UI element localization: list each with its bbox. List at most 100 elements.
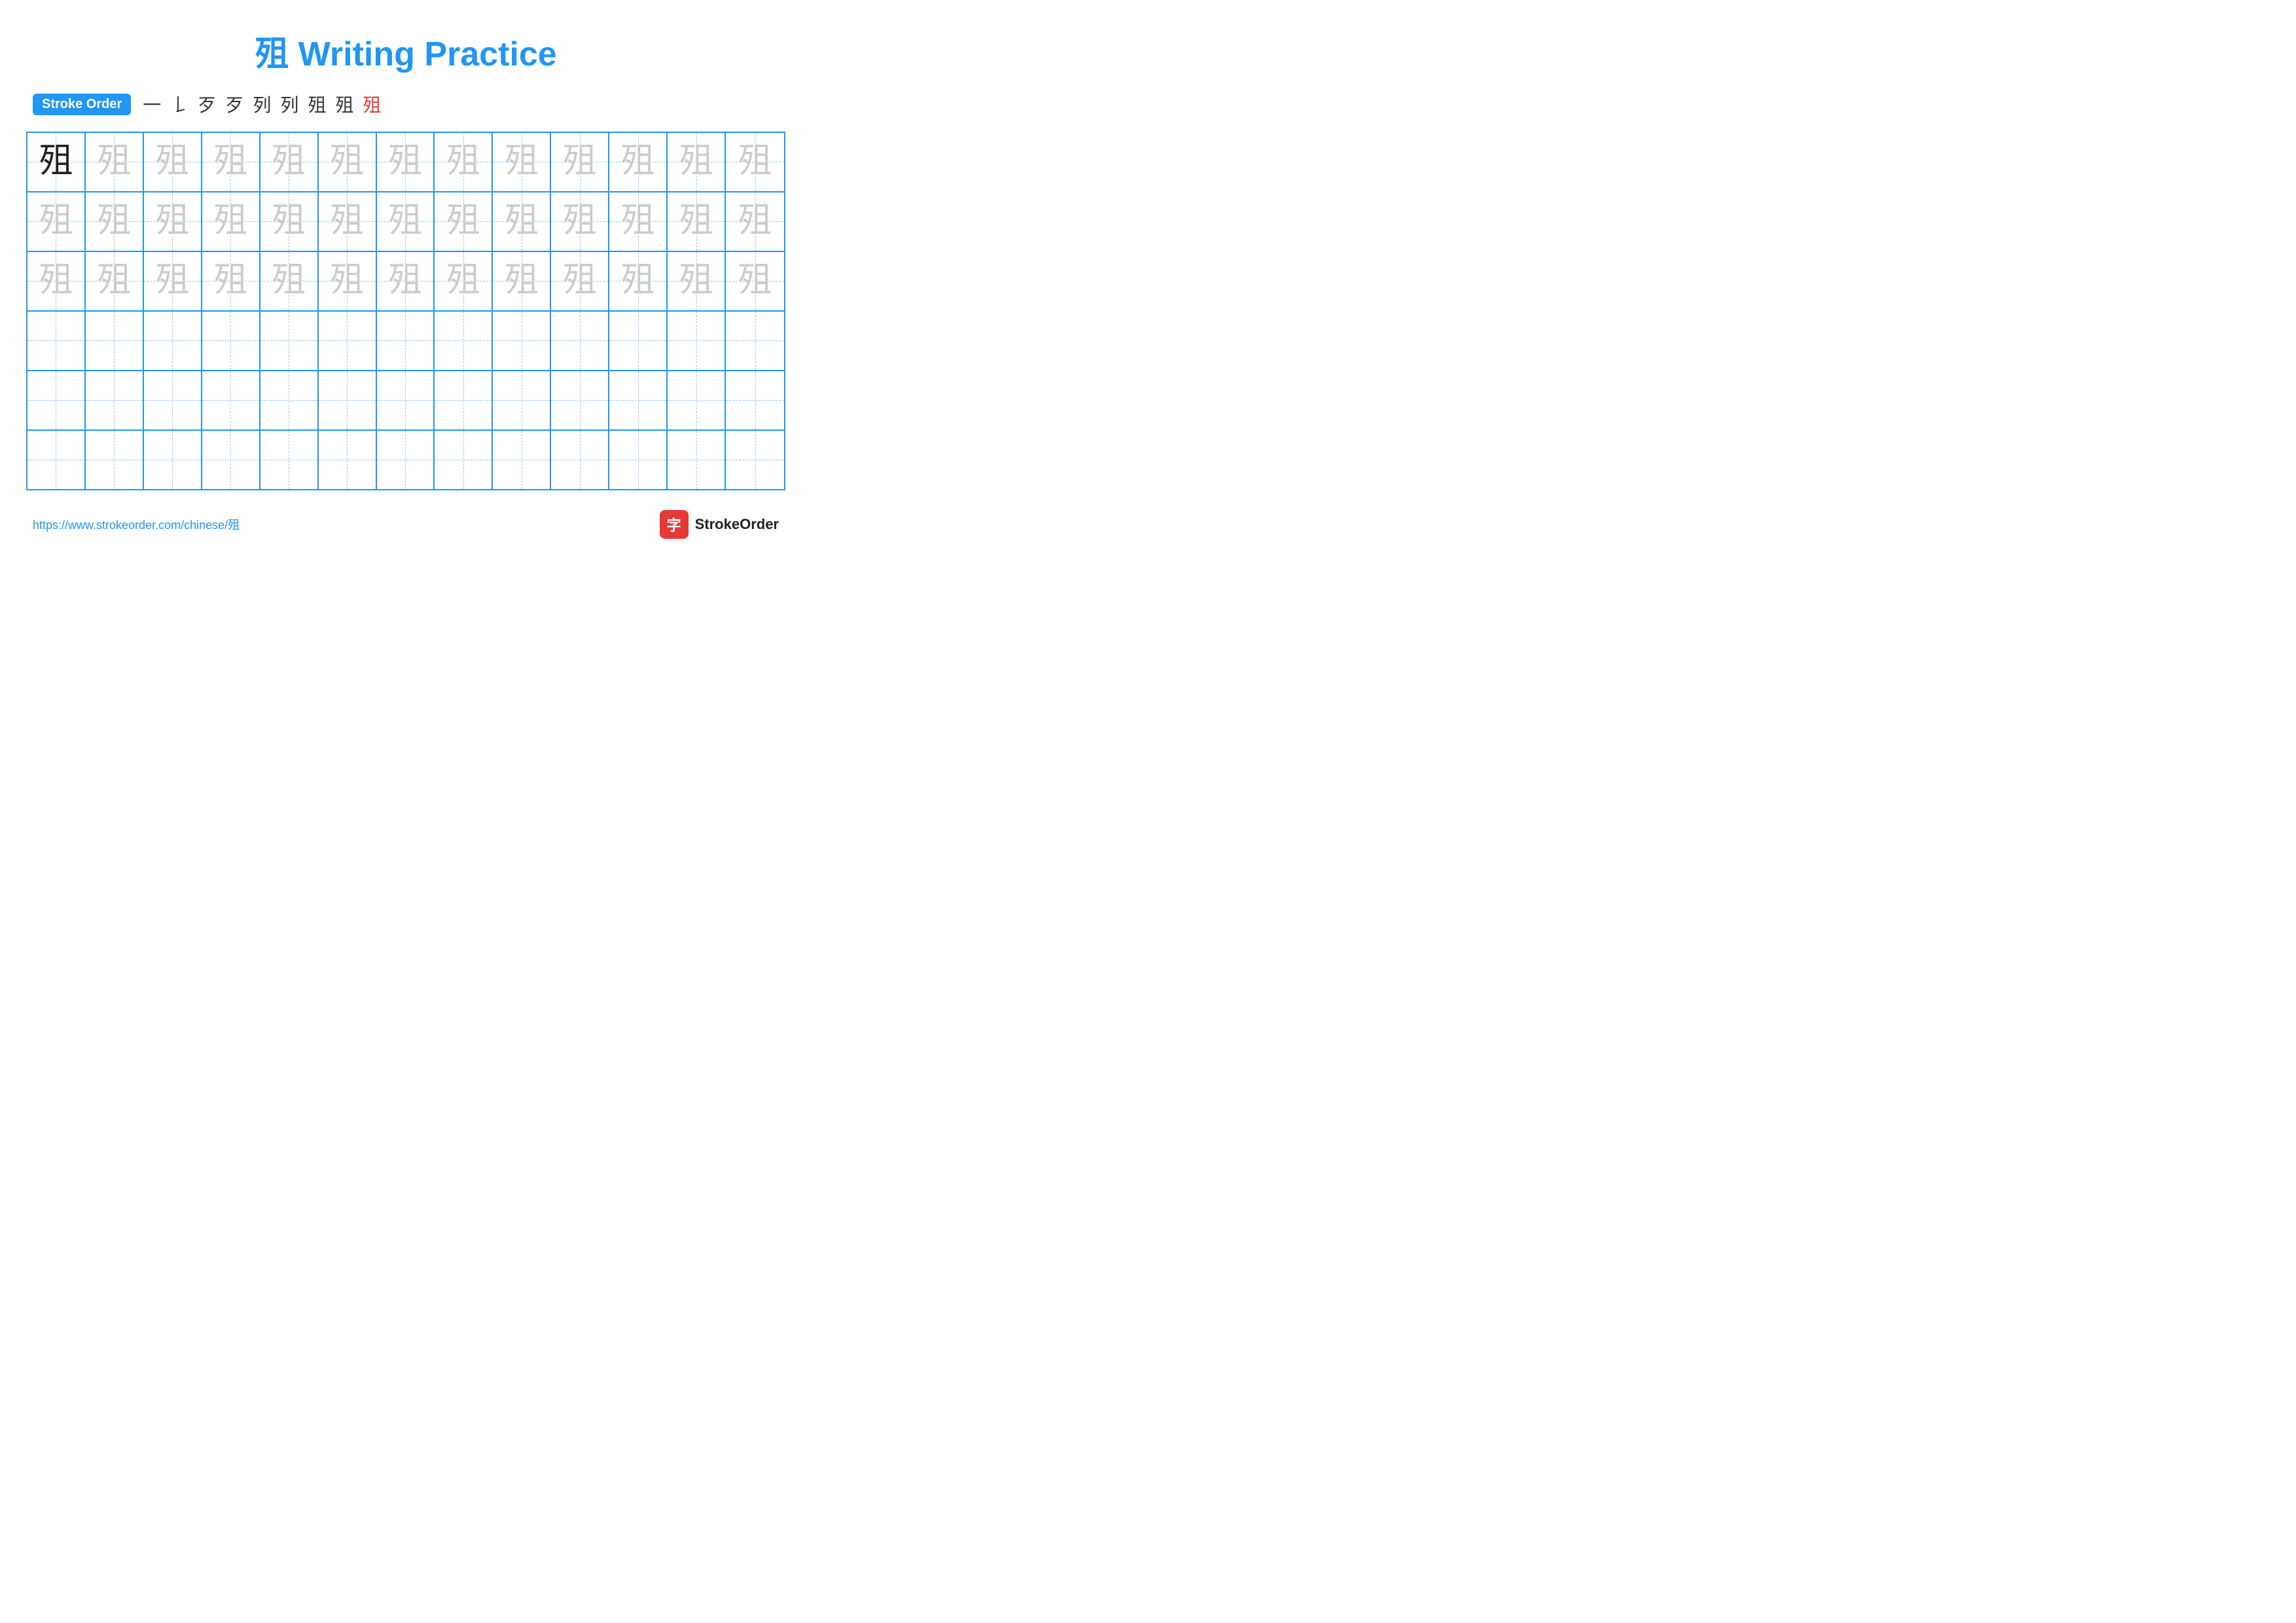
grid-cell[interactable]: 殂 xyxy=(609,192,668,251)
grid-cell[interactable] xyxy=(435,371,493,429)
stroke-step-5: 列 xyxy=(253,91,271,117)
grid-cell[interactable]: 殂 xyxy=(493,252,551,310)
grid-cell[interactable] xyxy=(260,371,319,429)
grid-cell[interactable] xyxy=(319,371,377,429)
grid-row-6 xyxy=(27,431,784,489)
grid-cell[interactable] xyxy=(86,371,144,429)
grid-cell[interactable]: 殂 xyxy=(377,192,435,251)
grid-cell[interactable]: 殂 xyxy=(493,192,551,251)
grid-cell[interactable]: 殂 xyxy=(435,252,493,310)
grid-cell[interactable]: 殂 xyxy=(551,252,609,310)
stroke-step-7: 殂 xyxy=(308,91,326,117)
grid-cell[interactable]: 殂 xyxy=(202,252,260,310)
grid-cell[interactable]: 殂 xyxy=(27,192,86,251)
grid-row-5 xyxy=(27,371,784,431)
grid-cell[interactable] xyxy=(86,431,144,489)
grid-cell[interactable]: 殂 xyxy=(609,252,668,310)
grid-row-2: 殂 殂 殂 殂 殂 殂 殂 殂 殂 殂 殂 殂 殂 xyxy=(27,192,784,252)
grid-cell[interactable] xyxy=(551,312,609,370)
stroke-order-row: Stroke Order 一 𠄌 歹 歹 列 列 殂 殂 殂 xyxy=(26,91,785,117)
grid-cell[interactable]: 殂 xyxy=(493,133,551,191)
grid-cell[interactable] xyxy=(493,371,551,429)
grid-cell[interactable]: 殂 xyxy=(319,192,377,251)
grid-cell[interactable]: 殂 xyxy=(144,252,202,310)
grid-cell[interactable] xyxy=(260,312,319,370)
grid-cell[interactable]: 殂 xyxy=(435,133,493,191)
grid-cell[interactable] xyxy=(493,312,551,370)
grid-cell[interactable] xyxy=(202,431,260,489)
grid-cell[interactable]: 殂 xyxy=(86,252,144,310)
grid-cell[interactable]: 殂 xyxy=(726,252,784,310)
footer-url[interactable]: https://www.strokeorder.com/chinese/殂 xyxy=(33,516,240,533)
grid-cell[interactable] xyxy=(609,371,668,429)
grid-cell[interactable] xyxy=(668,431,726,489)
grid-cell[interactable]: 殂 xyxy=(668,192,726,251)
page-title: 殂 Writing Practice xyxy=(26,26,785,75)
grid-cell[interactable] xyxy=(726,371,784,429)
grid-cell[interactable]: 殂 xyxy=(551,192,609,251)
grid-cell[interactable]: 殂 xyxy=(377,133,435,191)
grid-cell[interactable]: 殂 xyxy=(144,133,202,191)
grid-cell[interactable] xyxy=(377,431,435,489)
grid-cell[interactable]: 殂 xyxy=(319,252,377,310)
grid-cell[interactable]: 殂 xyxy=(726,133,784,191)
footer: https://www.strokeorder.com/chinese/殂 字 … xyxy=(26,510,785,539)
grid-cell[interactable]: 殂 xyxy=(435,192,493,251)
grid-cell[interactable] xyxy=(144,312,202,370)
grid-cell[interactable] xyxy=(435,431,493,489)
grid-cell[interactable]: 殂 xyxy=(726,192,784,251)
grid-cell[interactable]: 殂 xyxy=(27,252,86,310)
grid-cell[interactable] xyxy=(726,312,784,370)
grid-cell[interactable] xyxy=(260,431,319,489)
grid-cell[interactable] xyxy=(609,431,668,489)
grid-cell[interactable] xyxy=(668,312,726,370)
grid-cell[interactable] xyxy=(551,371,609,429)
grid-cell[interactable] xyxy=(86,312,144,370)
grid-cell[interactable] xyxy=(668,371,726,429)
grid-cell[interactable] xyxy=(609,312,668,370)
grid-cell[interactable]: 殂 xyxy=(260,192,319,251)
grid-cell[interactable] xyxy=(319,431,377,489)
brand-name: StrokeOrder xyxy=(695,516,779,533)
grid-cell[interactable]: 殂 xyxy=(319,133,377,191)
grid-row-1: 殂 殂 殂 殂 殂 殂 殂 殂 殂 殂 殂 殂 殂 xyxy=(27,133,784,192)
grid-cell[interactable]: 殂 xyxy=(668,133,726,191)
practice-grid: 殂 殂 殂 殂 殂 殂 殂 殂 殂 殂 殂 殂 殂 殂 殂 殂 殂 殂 殂 殂 … xyxy=(26,132,785,490)
grid-cell[interactable] xyxy=(144,371,202,429)
stroke-sequence: 一 𠄌 歹 歹 列 列 殂 殂 殂 xyxy=(143,91,381,117)
grid-cell[interactable] xyxy=(27,312,86,370)
stroke-step-2: 𠄌 xyxy=(170,91,188,117)
grid-cell[interactable] xyxy=(144,431,202,489)
grid-cell[interactable] xyxy=(27,431,86,489)
grid-cell[interactable] xyxy=(377,312,435,370)
brand-icon: 字 xyxy=(660,510,689,539)
stroke-step-9: 殂 xyxy=(363,91,381,117)
grid-cell[interactable]: 殂 xyxy=(260,133,319,191)
grid-cell[interactable]: 殂 xyxy=(609,133,668,191)
grid-cell[interactable] xyxy=(202,312,260,370)
stroke-step-6: 列 xyxy=(280,91,298,117)
grid-cell[interactable] xyxy=(493,431,551,489)
grid-cell[interactable]: 殂 xyxy=(377,252,435,310)
grid-cell[interactable]: 殂 xyxy=(202,133,260,191)
grid-cell[interactable]: 殂 xyxy=(86,133,144,191)
grid-cell[interactable]: 殂 xyxy=(27,133,86,191)
grid-cell[interactable] xyxy=(377,371,435,429)
grid-row-4 xyxy=(27,312,784,371)
stroke-order-badge: Stroke Order xyxy=(33,94,131,115)
grid-cell[interactable] xyxy=(202,371,260,429)
grid-cell[interactable]: 殂 xyxy=(260,252,319,310)
grid-cell[interactable] xyxy=(319,312,377,370)
stroke-step-8: 殂 xyxy=(335,91,353,117)
stroke-step-3: 歹 xyxy=(198,91,216,117)
stroke-step-1: 一 xyxy=(143,91,161,117)
grid-cell[interactable]: 殂 xyxy=(86,192,144,251)
grid-cell[interactable]: 殂 xyxy=(551,133,609,191)
grid-cell[interactable] xyxy=(435,312,493,370)
grid-cell[interactable]: 殂 xyxy=(144,192,202,251)
grid-cell[interactable]: 殂 xyxy=(202,192,260,251)
grid-cell[interactable] xyxy=(551,431,609,489)
grid-cell[interactable] xyxy=(726,431,784,489)
grid-cell[interactable] xyxy=(27,371,86,429)
grid-cell[interactable]: 殂 xyxy=(668,252,726,310)
